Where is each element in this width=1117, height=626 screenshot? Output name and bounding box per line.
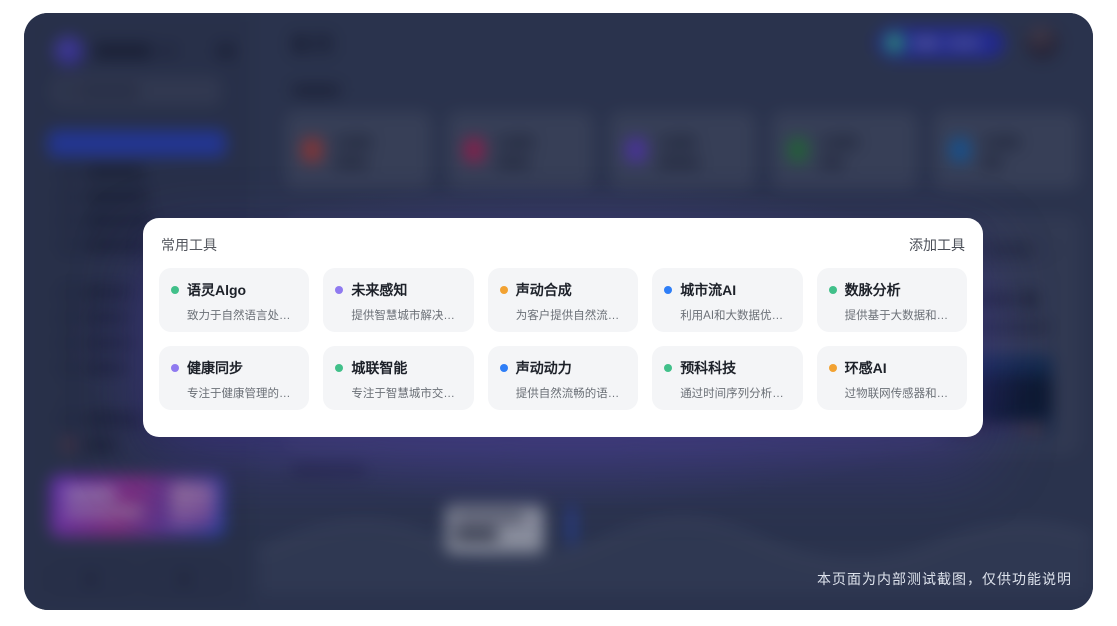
tool-name: 声动动力 (516, 358, 572, 378)
status-dot-icon (664, 286, 672, 294)
add-tool-button[interactable]: 添加工具 (909, 235, 965, 255)
tool-desc: 提供智慧城市解决方案的创... (351, 307, 461, 323)
tool-name: 语灵Algo (187, 280, 246, 300)
page-background: 首页 1289 (0, 0, 1117, 626)
tool-desc: 利用AI和大数据优化交通流... (680, 307, 790, 323)
tool-desc: 提供自然流畅的语音交互解... (516, 385, 626, 401)
tool-name: 城联智能 (351, 358, 407, 378)
watermark-caption: 本页面为内部测试截图，仅供功能说明 (817, 569, 1072, 589)
status-dot-icon (500, 286, 508, 294)
tool-desc: 专注于智慧城市交通解决方... (351, 385, 461, 401)
tool-desc: 致力于自然语言处理技术的... (187, 307, 297, 323)
tool-name: 城市流AI (680, 280, 736, 300)
tool-desc: 专注于健康管理的科技公司... (187, 385, 297, 401)
tool-card[interactable]: 健康同步 专注于健康管理的科技公司... (159, 346, 309, 410)
tool-desc: 过物联网传感器和AI模型实... (845, 385, 955, 401)
status-dot-icon (171, 286, 179, 294)
tool-card[interactable]: 环感AI 过物联网传感器和AI模型实... (817, 346, 967, 410)
tool-card[interactable]: 数脉分析 提供基于大数据和人工智能... (817, 268, 967, 332)
tool-desc: 提供基于大数据和人工智能... (845, 307, 955, 323)
tool-name: 预科科技 (680, 358, 736, 378)
tool-desc: 通过时间序列分析和机器学... (680, 385, 790, 401)
status-dot-icon (500, 364, 508, 372)
tool-card[interactable]: 语灵Algo 致力于自然语言处理技术的... (159, 268, 309, 332)
status-dot-icon (335, 364, 343, 372)
status-dot-icon (829, 364, 837, 372)
tool-card[interactable]: 未来感知 提供智慧城市解决方案的创... (323, 268, 473, 332)
tool-card[interactable]: 声动动力 提供自然流畅的语音交互解... (488, 346, 638, 410)
tool-name: 未来感知 (351, 280, 407, 300)
tool-name: 数脉分析 (845, 280, 901, 300)
status-dot-icon (335, 286, 343, 294)
tool-desc: 为客户提供自然流畅的语音... (516, 307, 626, 323)
status-dot-icon (829, 286, 837, 294)
tool-card[interactable]: 预科科技 通过时间序列分析和机器学... (652, 346, 802, 410)
common-tools-modal: 常用工具 添加工具 语灵Algo 致力于自然语言处理技术的... 未来感知 提供… (143, 218, 983, 437)
tool-card[interactable]: 城市流AI 利用AI和大数据优化交通流... (652, 268, 802, 332)
tool-card[interactable]: 声动合成 为客户提供自然流畅的语音... (488, 268, 638, 332)
tool-grid: 语灵Algo 致力于自然语言处理技术的... 未来感知 提供智慧城市解决方案的创… (143, 268, 983, 410)
modal-title: 常用工具 (161, 235, 217, 255)
status-dot-icon (664, 364, 672, 372)
tool-card[interactable]: 城联智能 专注于智慧城市交通解决方... (323, 346, 473, 410)
app-window: 首页 1289 (24, 13, 1093, 610)
status-dot-icon (171, 364, 179, 372)
tool-name: 声动合成 (516, 280, 572, 300)
tool-name: 健康同步 (187, 358, 243, 378)
tool-name: 环感AI (845, 358, 887, 378)
